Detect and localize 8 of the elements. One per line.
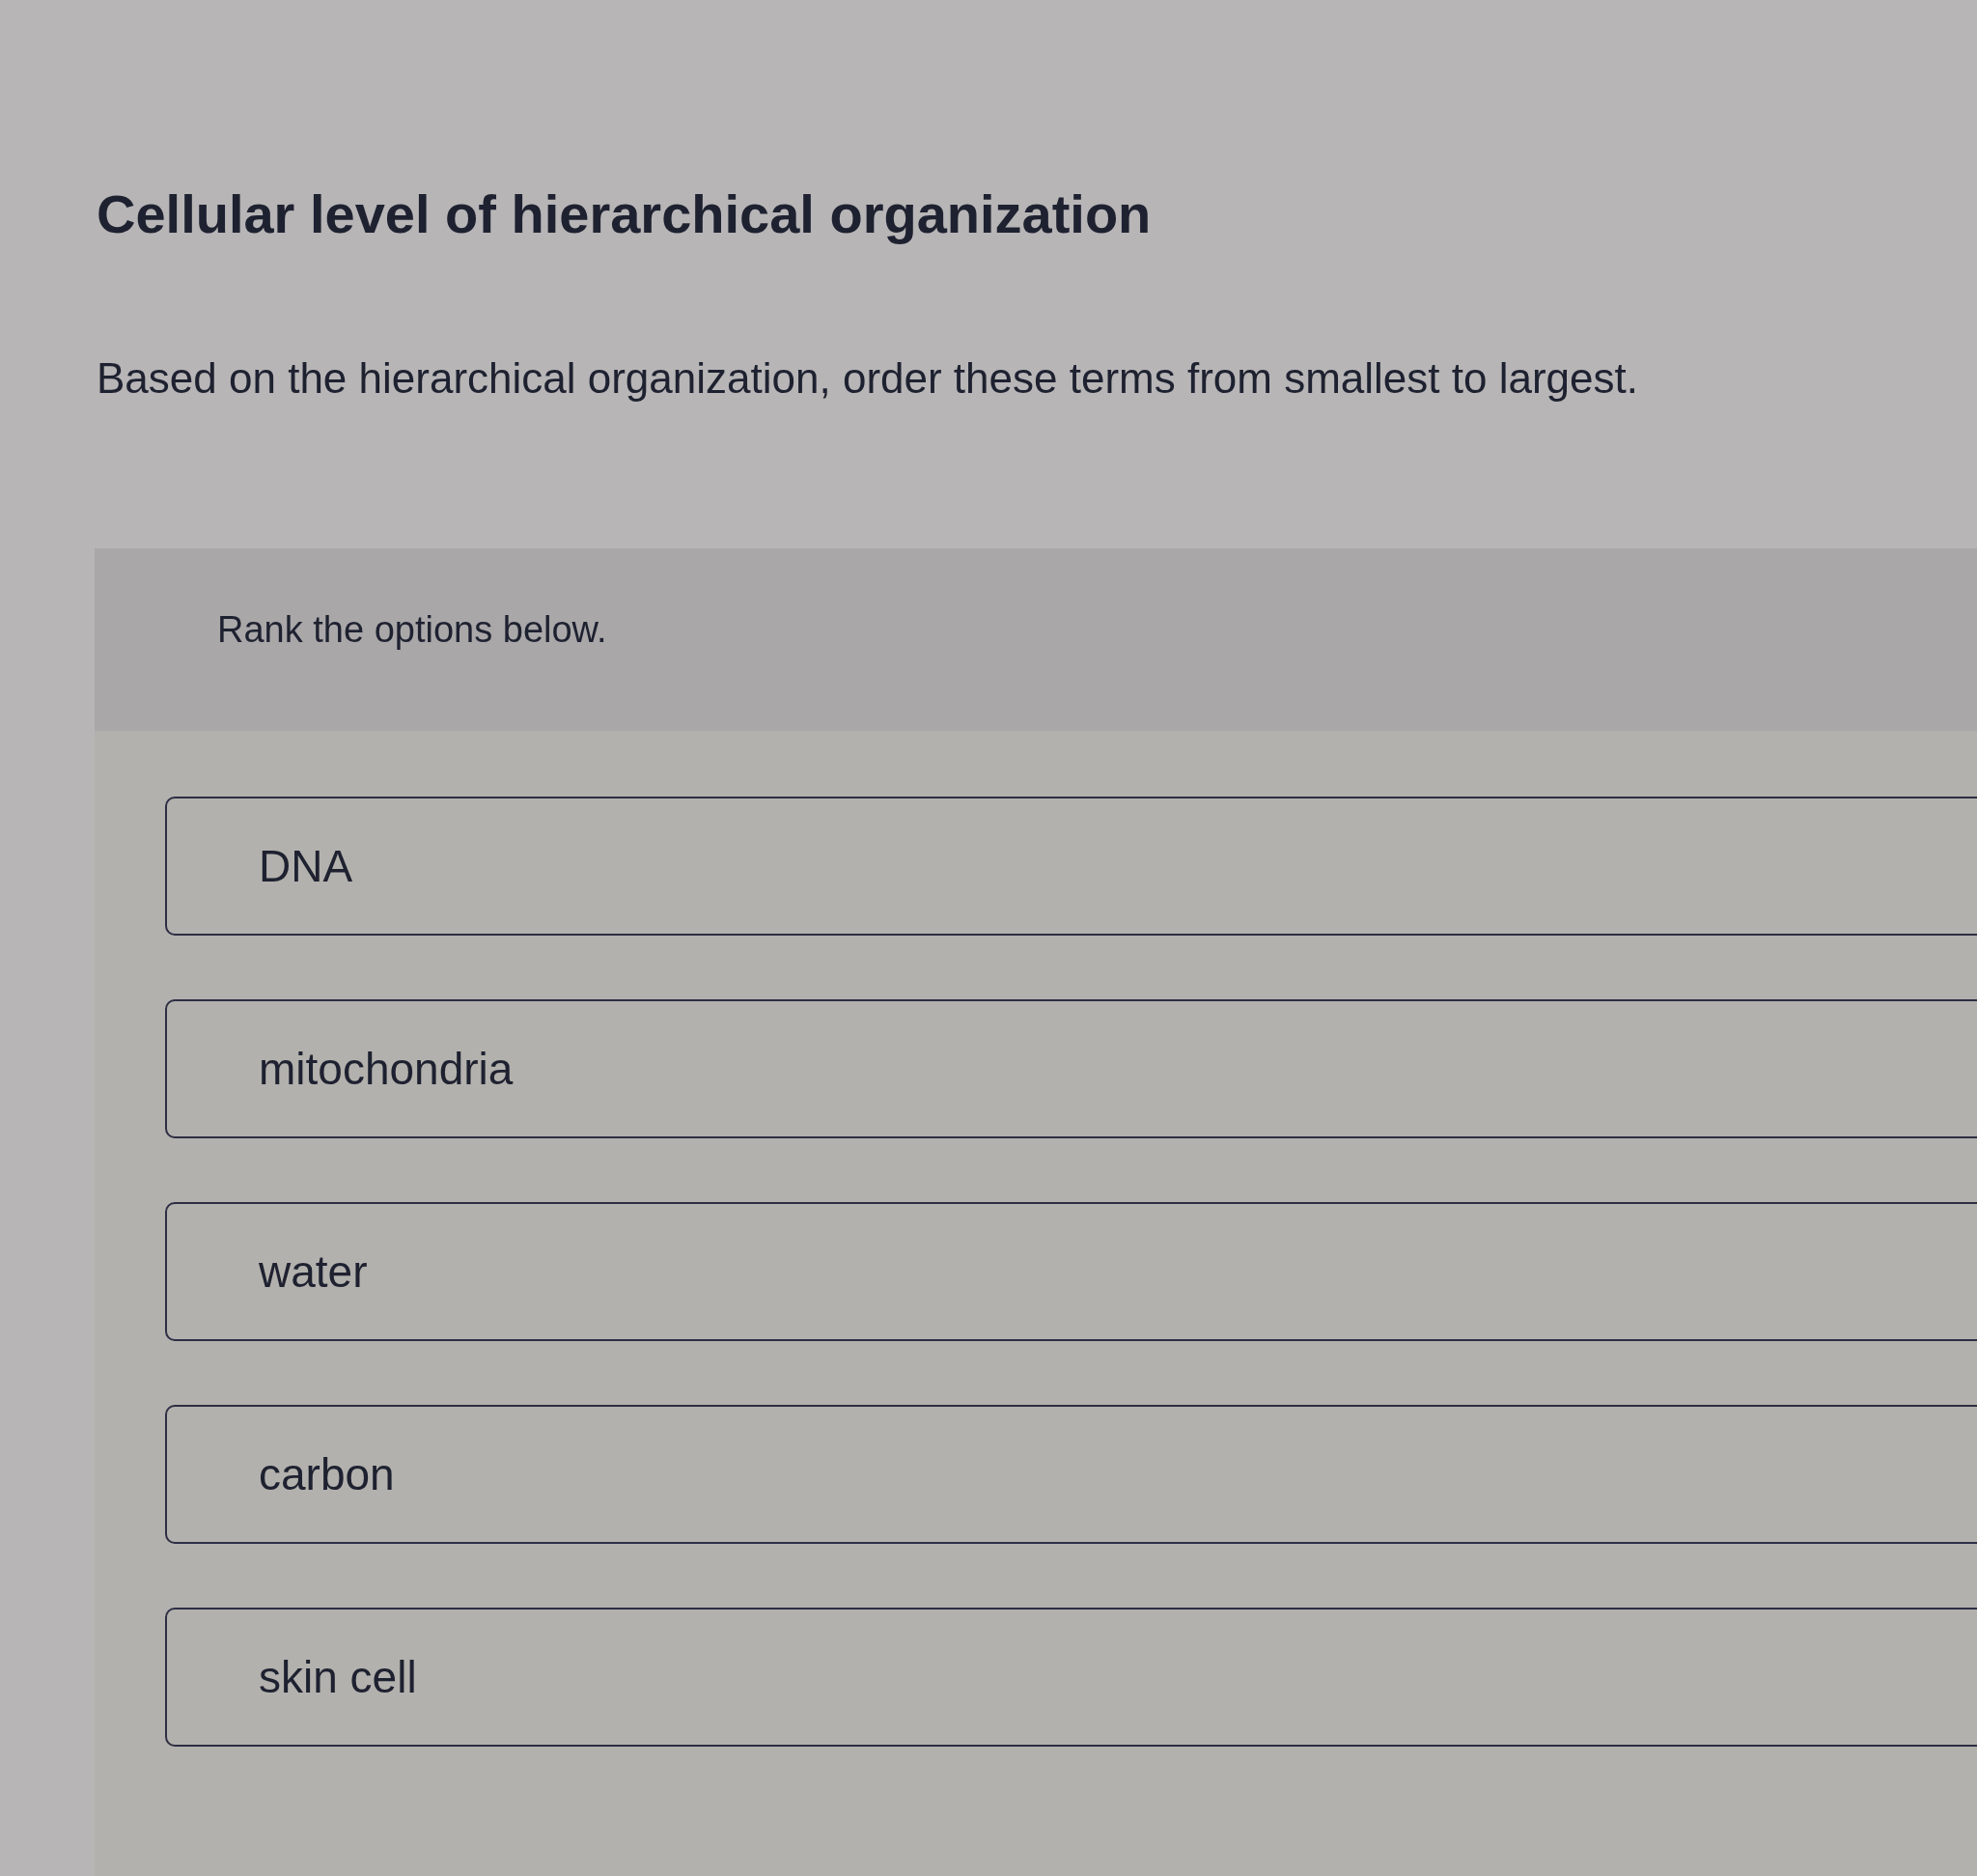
rank-option[interactable]: DNA xyxy=(165,796,1977,936)
page-title: Cellular level of hierarchical organization xyxy=(97,182,1152,246)
rank-option[interactable]: mitochondria xyxy=(165,998,1977,1138)
rank-option[interactable]: skin cell xyxy=(165,1607,1977,1747)
rank-option[interactable]: water xyxy=(165,1201,1977,1341)
instruction-text: Rank the options below. xyxy=(217,608,607,652)
question-text: Based on the hierarchical organization, order these terms from smallest to largest. xyxy=(97,353,1638,405)
rank-option[interactable]: carbon xyxy=(165,1404,1977,1544)
